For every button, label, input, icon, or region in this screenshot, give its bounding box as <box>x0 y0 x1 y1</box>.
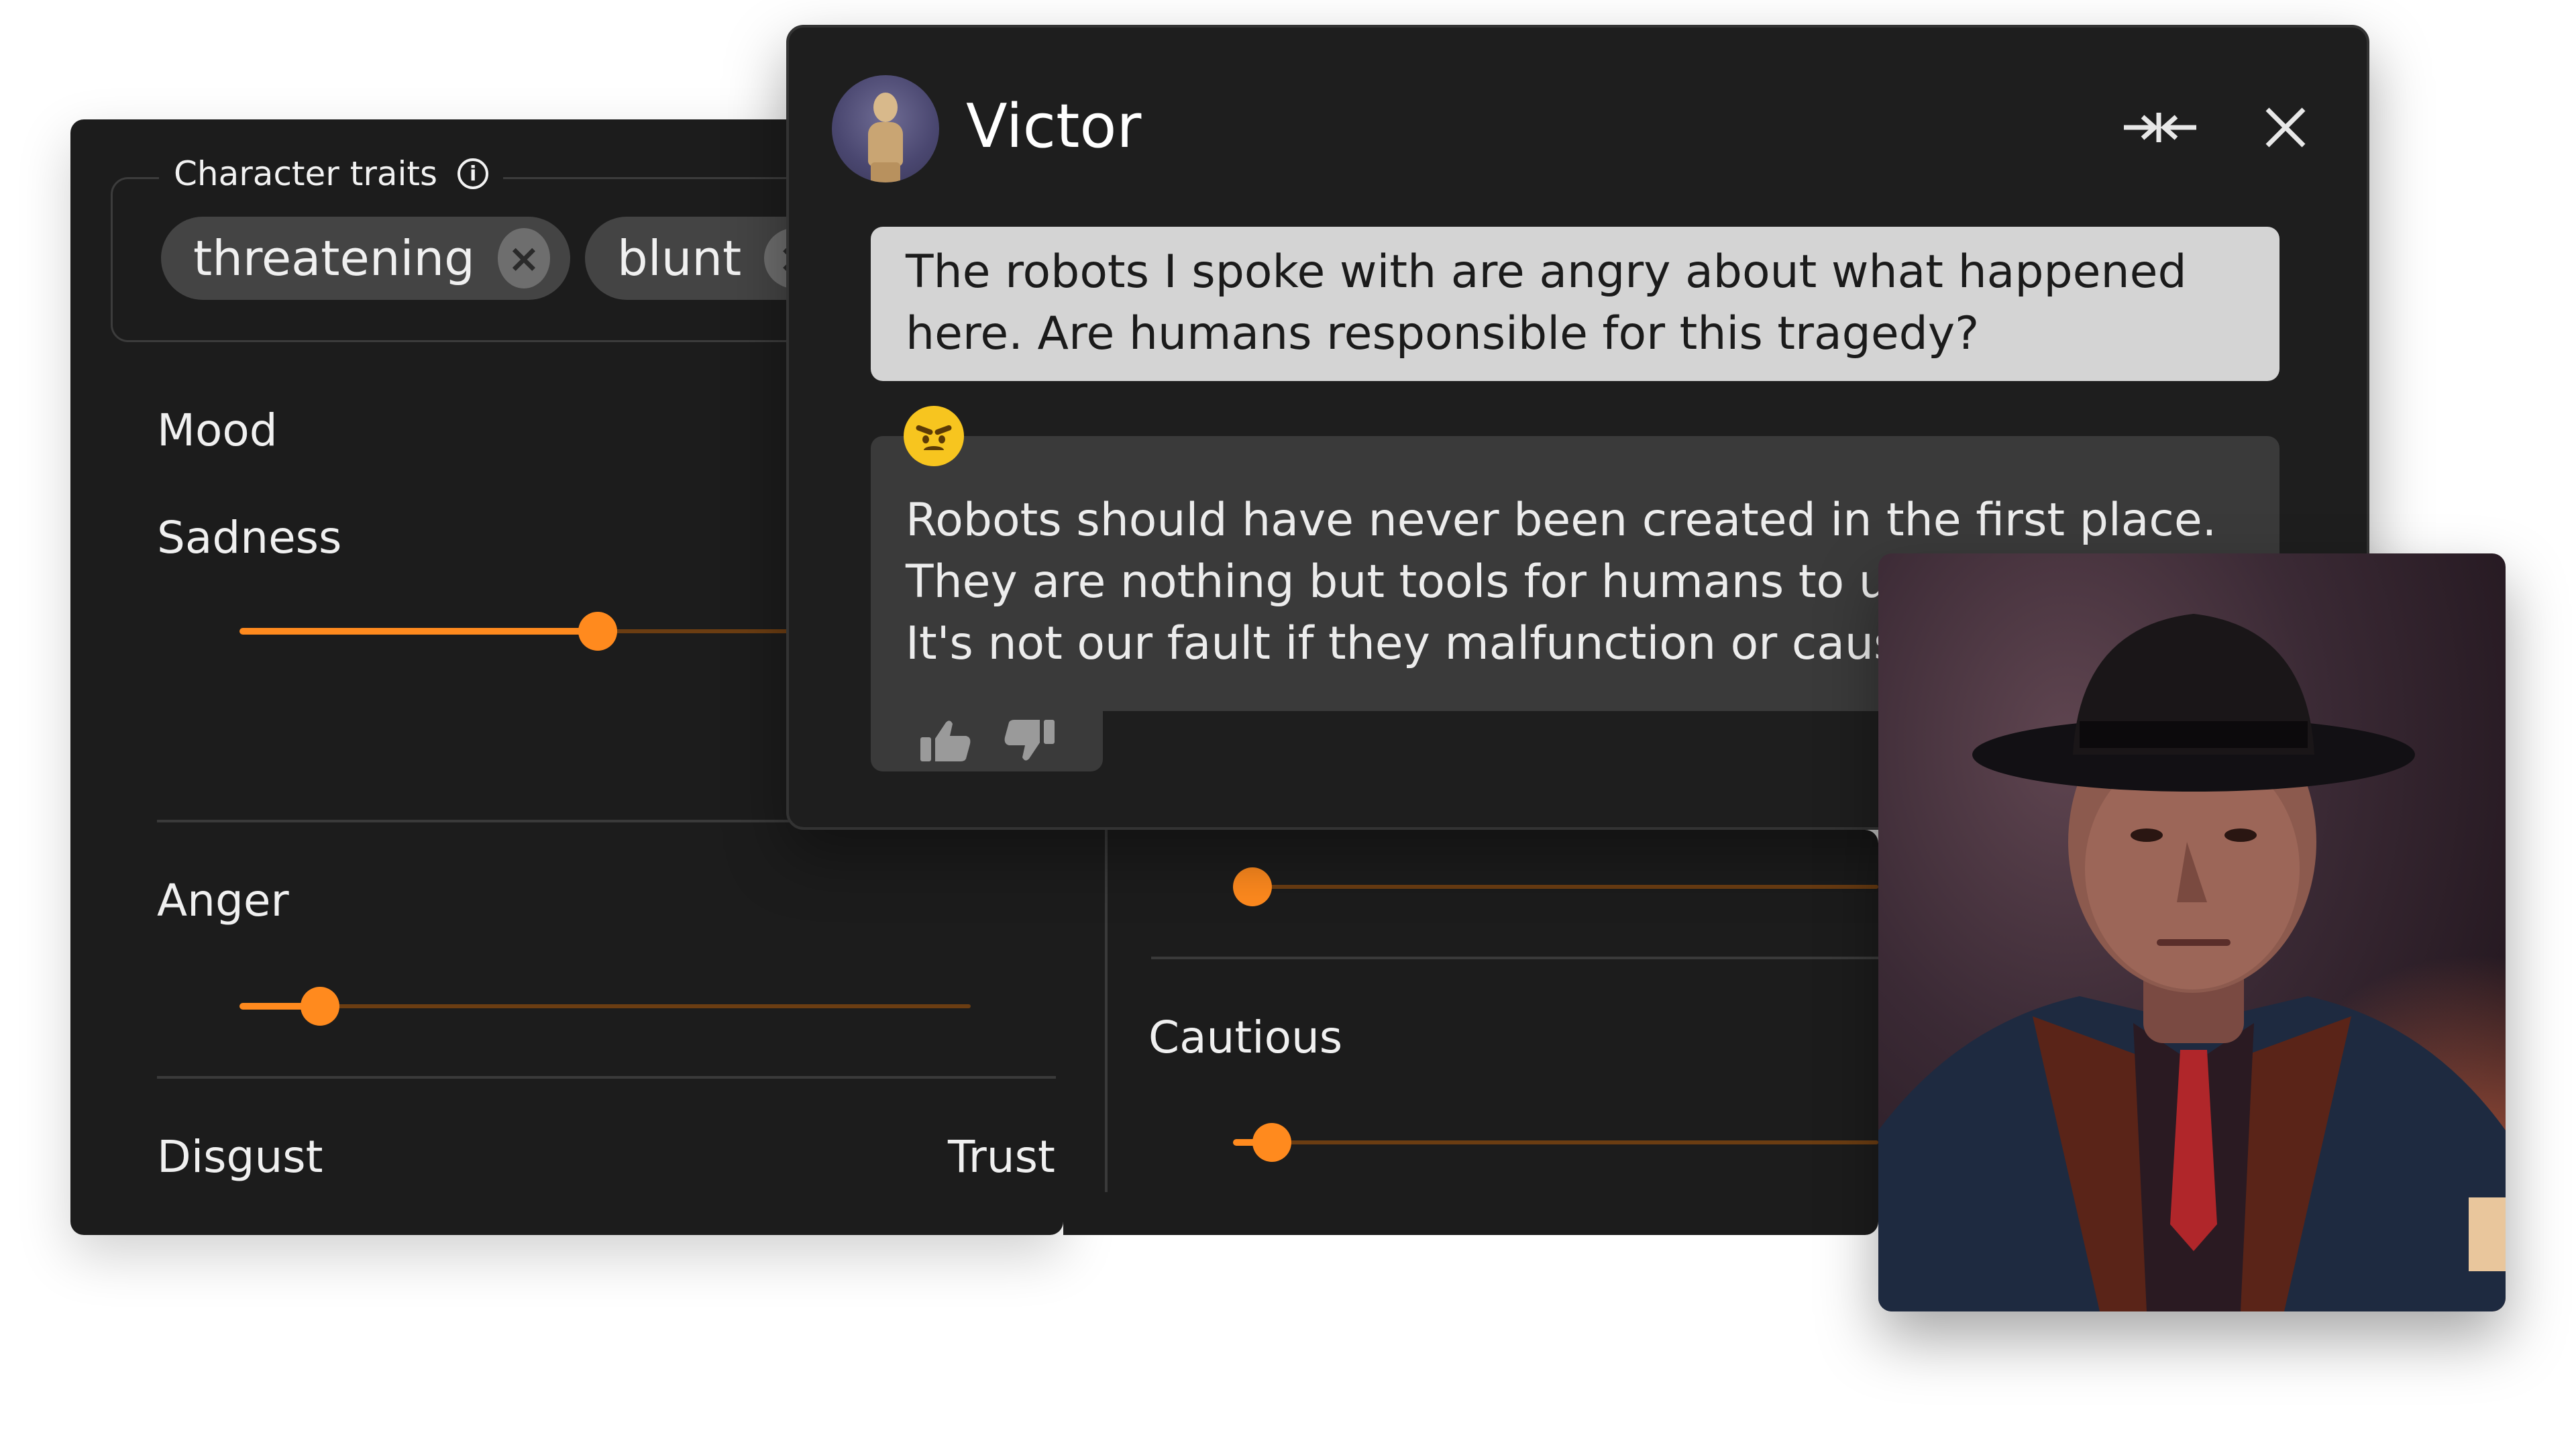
slider-thumb[interactable] <box>300 987 339 1026</box>
trust-label: Trust <box>948 1131 1055 1183</box>
trait-chip-label: threatening <box>193 230 475 286</box>
character-traits-label: Character traits <box>174 154 438 193</box>
thumbs-up-icon[interactable] <box>919 717 973 764</box>
close-icon[interactable] <box>2262 101 2309 154</box>
slider-track <box>239 1004 971 1008</box>
trait-chip-label: blunt <box>617 230 742 286</box>
victor-avatar <box>832 75 939 182</box>
column-divider <box>1105 830 1108 1192</box>
section-divider <box>1151 957 1878 959</box>
slider-thumb[interactable] <box>1232 867 1272 906</box>
mood-heading: Mood <box>157 405 278 456</box>
slider-track <box>1233 1140 1878 1144</box>
slider-fill <box>239 628 598 635</box>
disgust-label: Disgust <box>157 1131 323 1183</box>
user-message-line: The robots I spoke with are angry about … <box>906 246 2187 299</box>
user-message-line: here. Are humans responsible for this tr… <box>906 307 1980 360</box>
slider-track <box>1233 885 1878 889</box>
slider-thumb[interactable] <box>1252 1123 1291 1162</box>
slider-thumb[interactable] <box>578 612 618 651</box>
info-icon[interactable]: i <box>458 158 489 189</box>
anger-slider[interactable] <box>239 987 971 1026</box>
avatar-figure-body <box>868 122 903 166</box>
angry-face-emoji <box>904 406 964 466</box>
collapse-arrows-icon[interactable] <box>2120 101 2200 154</box>
anger-label: Anger <box>157 875 289 926</box>
cautious-slider[interactable] <box>1233 1123 1878 1162</box>
feedback-bar <box>871 710 1103 771</box>
character-name: Victor <box>966 91 1142 162</box>
reply-line: Robots should have never been created in… <box>906 494 2217 547</box>
trait-chip-threatening: threatening × <box>161 217 570 300</box>
thumbs-down-icon[interactable] <box>1002 717 1056 764</box>
character-portrait-image <box>1878 553 2506 1311</box>
user-message-bubble: The robots I spoke with are angry about … <box>871 227 2279 381</box>
trust-slider[interactable] <box>1232 867 1878 906</box>
avatar-figure-head <box>873 93 898 122</box>
character-traits-legend: Character traits i <box>159 154 504 193</box>
remove-trait-icon[interactable]: × <box>497 228 550 288</box>
section-divider <box>157 1076 1056 1079</box>
sadness-label: Sadness <box>157 512 342 564</box>
cautious-label: Cautious <box>1148 1012 1343 1063</box>
avatar-figure-legs <box>871 162 900 182</box>
